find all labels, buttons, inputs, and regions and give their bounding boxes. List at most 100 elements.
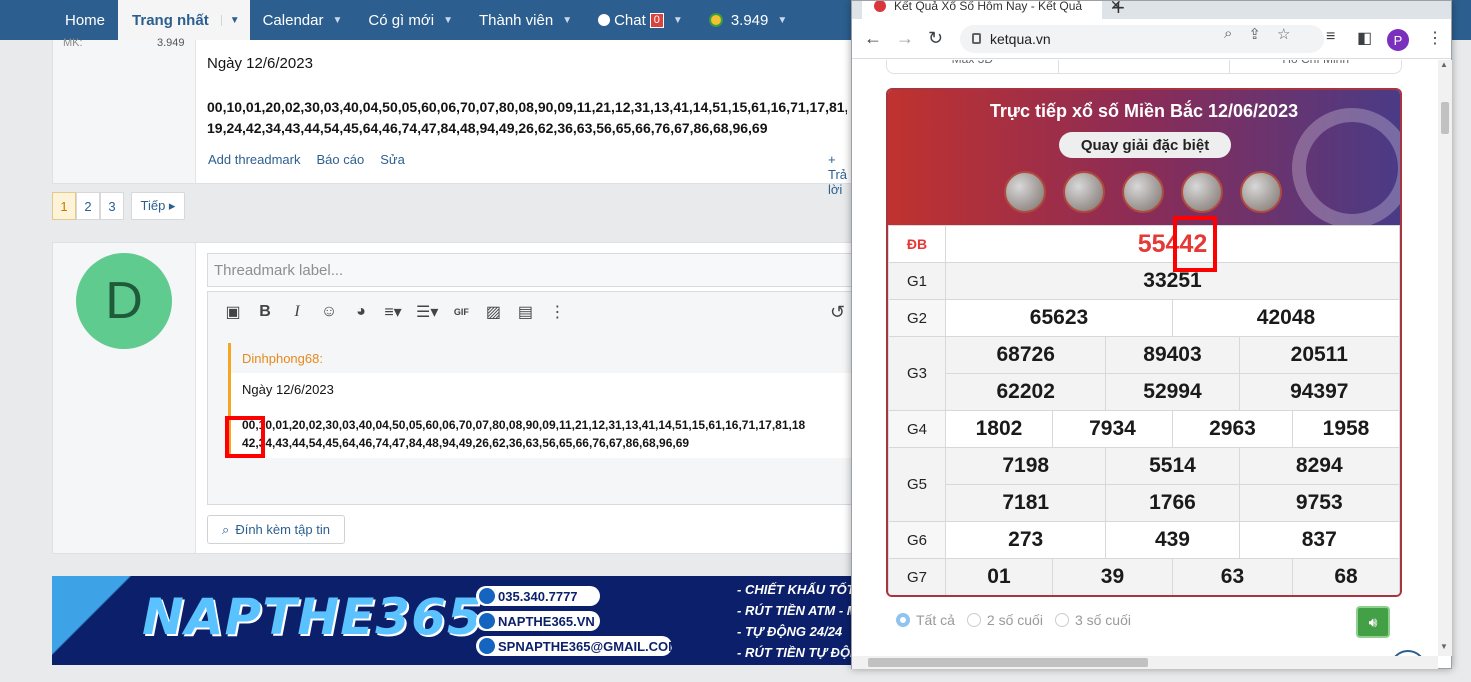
banner-email: SPNAPTHE365@GMAIL.COM: [476, 636, 679, 656]
star-icon[interactable]: ☆: [1277, 25, 1290, 43]
nav-chat[interactable]: Chat 0 ▼: [585, 0, 696, 40]
chevron-down-icon[interactable]: ▼: [220, 14, 240, 26]
spin-special-prize-button[interactable]: Quay giải đặc biệt: [1059, 132, 1231, 158]
threadmark-label-input[interactable]: Threadmark label...: [207, 253, 867, 287]
scrollbar-thumb[interactable]: [868, 658, 1148, 667]
banner-feature: - CHIẾT KHẤU TỐT: [737, 582, 852, 597]
nav-trang-nhat[interactable]: Trang nhất ▼: [118, 0, 250, 40]
forum-post: MK: 3.949 Ngày 12/6/2023 00,10,01,20,02,…: [52, 37, 852, 197]
reply-link[interactable]: + Trả lời: [828, 152, 851, 197]
nav-calendar[interactable]: Calendar ▼: [250, 0, 356, 40]
scrollbar-thumb[interactable]: [1441, 102, 1449, 134]
prize-value: 7934: [1051, 410, 1173, 448]
lottery-ball-icon: [1240, 171, 1282, 213]
align-icon[interactable]: ≡▾: [384, 302, 402, 322]
vertical-scrollbar[interactable]: ▲ ▼: [1438, 60, 1452, 656]
prev-cell: Hồ Chí Minh: [1230, 60, 1401, 73]
page-1-button[interactable]: 1: [52, 192, 76, 220]
add-threadmark-link[interactable]: Add threadmark: [208, 152, 301, 167]
nav-members-label: Thành viên: [478, 11, 554, 29]
chevron-down-icon[interactable]: ▼: [443, 15, 453, 26]
address-bar-url: ketqua.vn: [990, 31, 1051, 47]
ketqua-logo-icon: [1292, 108, 1400, 228]
prize-value: 5514: [1105, 447, 1240, 485]
more-icon[interactable]: ⋮: [548, 302, 566, 322]
address-bar-actions: ⌕ ⇪ ☆: [1224, 25, 1290, 43]
italic-icon[interactable]: I: [288, 302, 306, 322]
chevron-down-icon[interactable]: ▼: [673, 15, 683, 26]
filter-last3-radio[interactable]: 3 số cuối: [1054, 612, 1131, 628]
quote-date: Ngày 12/6/2023: [242, 382, 334, 397]
browser-popup-window: Kết Quả Xổ Số Hôm Nay - Kết Quả ✕ + ← → …: [851, 0, 1452, 669]
ad-banner[interactable]: NAPTHE365 035.340.7777 NAPTHE365.VN SPNA…: [52, 576, 852, 665]
screen-icon[interactable]: ▣: [224, 302, 242, 322]
palette-icon[interactable]: ◕: [352, 302, 370, 322]
report-link[interactable]: Báo cáo: [317, 152, 365, 167]
next-page-button[interactable]: Tiếp ▸: [131, 192, 185, 220]
post-date-text: Ngày 12/6/2023: [207, 55, 313, 72]
prize-label: G6: [888, 521, 946, 559]
scroll-down-icon[interactable]: ▼: [1440, 642, 1448, 651]
highlight-box-quote: [225, 416, 265, 458]
nav-trang-nhat-label: Trang nhất: [132, 11, 209, 29]
nav-chat-label: Chat: [614, 11, 646, 29]
pagination: 1 2 3 Tiếp ▸: [52, 192, 185, 220]
chevron-down-icon[interactable]: ▼: [562, 15, 572, 26]
nav-whats-new[interactable]: Có gì mới ▼: [355, 0, 466, 40]
prize-value: 837: [1238, 521, 1400, 559]
search-icon[interactable]: ⌕: [1224, 25, 1232, 43]
scroll-up-icon[interactable]: ▲: [1440, 60, 1448, 69]
filter-all-radio[interactable]: Tất cả: [896, 612, 955, 628]
horizontal-scrollbar[interactable]: [852, 656, 1438, 669]
reload-icon[interactable]: ↻: [928, 28, 943, 49]
avatar[interactable]: D: [76, 253, 172, 349]
highlight-box-result: [1173, 216, 1217, 272]
smiley-icon[interactable]: ☺: [320, 302, 338, 322]
prize-value: 68726: [944, 336, 1107, 374]
menu-icon[interactable]: ⋮: [1427, 28, 1443, 48]
chevron-down-icon[interactable]: ▼: [777, 15, 787, 26]
speaker-icon: 🔊︎: [1368, 613, 1378, 630]
table-row: G1 33251: [888, 262, 1400, 300]
undo-icon[interactable]: ↺: [830, 302, 845, 323]
prize-value: 20511: [1238, 336, 1400, 374]
nav-members[interactable]: Thành viên ▼: [466, 0, 585, 40]
bold-icon[interactable]: B: [256, 302, 274, 322]
prize-value: 8294: [1238, 447, 1400, 485]
media-control-icon[interactable]: ≡: [1326, 28, 1335, 46]
back-icon[interactable]: ←: [864, 28, 882, 49]
prize-label: G3: [888, 336, 946, 411]
filter-last2-radio[interactable]: 2 số cuối: [966, 612, 1043, 628]
quote-author[interactable]: Dinhphong68:: [231, 343, 868, 373]
rich-text-editor[interactable]: ▣ B I ☺ ◕ ≡▾ ☰▾ GIF ▨ ▤ ⋮ ↺ Dinhphong68:…: [207, 291, 868, 505]
email-icon: [479, 638, 495, 654]
chevron-down-icon[interactable]: ▼: [332, 15, 342, 26]
attach-file-button[interactable]: ⌕ Đính kèm tập tin: [207, 515, 345, 544]
table-row: G5 7198 5514 8294: [888, 447, 1400, 522]
prize-value: 39: [1051, 558, 1173, 595]
browser-tab[interactable]: Kết Quả Xổ Số Hôm Nay - Kết Quả: [862, 1, 1102, 19]
table-row: ĐB 55442: [888, 225, 1400, 263]
table-row: 7181 1766 9753: [889, 484, 1400, 522]
side-panel-icon[interactable]: ◧: [1357, 28, 1372, 48]
image-icon[interactable]: ▨: [484, 302, 502, 322]
gif-icon[interactable]: GIF: [452, 302, 470, 322]
prize-value: 94397: [1238, 373, 1400, 411]
media-icon[interactable]: ▤: [516, 302, 534, 322]
filter-label: 2 số cuối: [986, 612, 1043, 628]
sound-button[interactable]: 🔊︎: [1356, 606, 1390, 638]
nav-points[interactable]: 3.949 ▼: [696, 0, 800, 40]
lottery-ball-icon: [1063, 171, 1105, 213]
table-row: 62202 52994 94397: [889, 373, 1400, 411]
edit-link[interactable]: Sửa: [380, 152, 405, 167]
new-tab-icon[interactable]: +: [1112, 1, 1125, 19]
profile-avatar[interactable]: P: [1387, 29, 1409, 51]
list-icon[interactable]: ☰▾: [416, 302, 438, 322]
nav-home[interactable]: Home: [52, 0, 118, 40]
post-numbers: 00,10,01,20,02,30,03,40,04,50,05,60,06,7…: [207, 97, 847, 139]
forward-icon[interactable]: →: [896, 28, 914, 49]
page-2-button[interactable]: 2: [76, 192, 100, 220]
banner-logo-text: NAPTHE365: [142, 588, 483, 646]
page-3-button[interactable]: 3: [100, 192, 124, 220]
share-icon[interactable]: ⇪: [1248, 25, 1261, 43]
